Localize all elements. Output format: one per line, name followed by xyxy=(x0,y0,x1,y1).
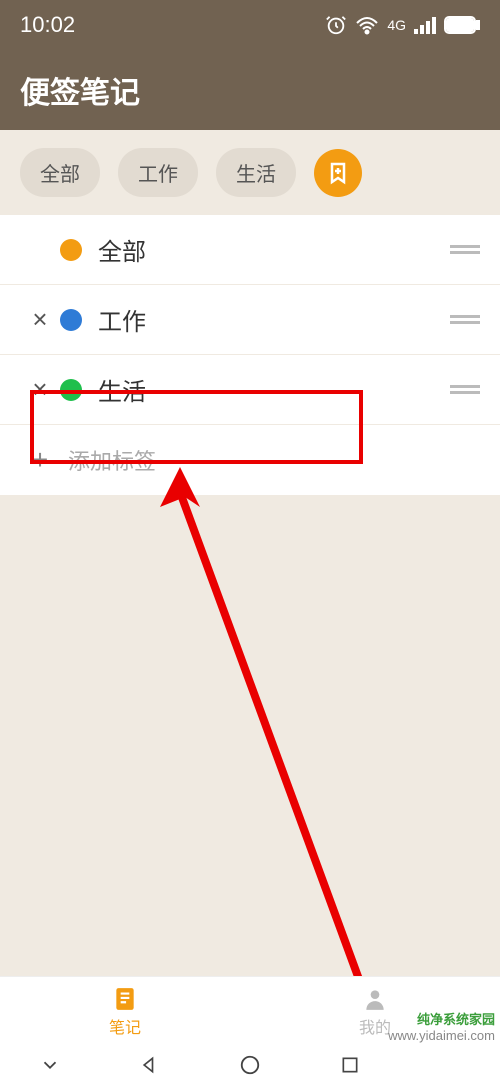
watermark-url: www.yidaimei.com xyxy=(388,1028,495,1043)
header: 便签笔记 xyxy=(0,50,500,130)
tag-row-all[interactable]: 全部 xyxy=(0,215,500,285)
nav-notes-label: 笔记 xyxy=(109,1014,141,1038)
tag-list: 全部 × 工作 × 生活 + 添加标签 xyxy=(0,215,500,495)
android-nav-bar xyxy=(0,1046,500,1083)
tag-label: 生活 xyxy=(98,372,450,407)
tag-label: 工作 xyxy=(98,302,450,337)
delete-tag-button[interactable]: × xyxy=(20,374,60,405)
filter-chip-all[interactable]: 全部 xyxy=(20,148,100,197)
annotation-arrow xyxy=(150,462,380,1002)
drag-handle-icon[interactable] xyxy=(450,385,480,394)
filter-chip-work[interactable]: 工作 xyxy=(118,148,198,197)
chevron-down-icon[interactable] xyxy=(39,1054,61,1076)
page-title: 便签笔记 xyxy=(20,68,140,112)
tag-label: 全部 xyxy=(98,232,450,267)
color-dot xyxy=(60,239,82,261)
signal-icon xyxy=(414,16,436,34)
watermark: 纯净系统家园 www.yidaimei.com xyxy=(388,1009,495,1043)
color-dot xyxy=(60,309,82,331)
add-tag-placeholder: 添加标签 xyxy=(68,444,156,476)
nav-mine-label: 我的 xyxy=(359,1014,391,1038)
status-time: 10:02 xyxy=(20,12,75,38)
wifi-icon xyxy=(355,15,379,35)
watermark-brand: 纯净系统家园 xyxy=(388,1009,495,1028)
status-bar: 10:02 4G xyxy=(0,0,500,50)
delete-tag-button[interactable]: × xyxy=(20,304,60,335)
add-tag-row[interactable]: + 添加标签 xyxy=(0,425,500,495)
tag-row-work[interactable]: × 工作 xyxy=(0,285,500,355)
alarm-icon xyxy=(325,14,347,36)
filter-row: 全部 工作 生活 xyxy=(0,130,500,215)
notes-icon xyxy=(112,986,138,1012)
battery-icon xyxy=(444,16,480,34)
back-icon[interactable] xyxy=(140,1055,160,1075)
status-icons: 4G xyxy=(325,14,480,36)
filter-chip-life[interactable]: 生活 xyxy=(216,148,296,197)
drag-handle-icon[interactable] xyxy=(450,315,480,324)
home-icon[interactable] xyxy=(239,1054,261,1076)
tag-row-life[interactable]: × 生活 xyxy=(0,355,500,425)
plus-icon: + xyxy=(20,444,60,476)
add-filter-button[interactable] xyxy=(314,149,362,197)
person-icon xyxy=(362,986,388,1012)
recents-icon[interactable] xyxy=(340,1055,360,1075)
nav-notes[interactable]: 笔记 xyxy=(0,977,250,1046)
color-dot xyxy=(60,379,82,401)
drag-handle-icon[interactable] xyxy=(450,245,480,254)
network-label: 4G xyxy=(387,17,406,33)
bookmark-plus-icon xyxy=(326,161,350,185)
